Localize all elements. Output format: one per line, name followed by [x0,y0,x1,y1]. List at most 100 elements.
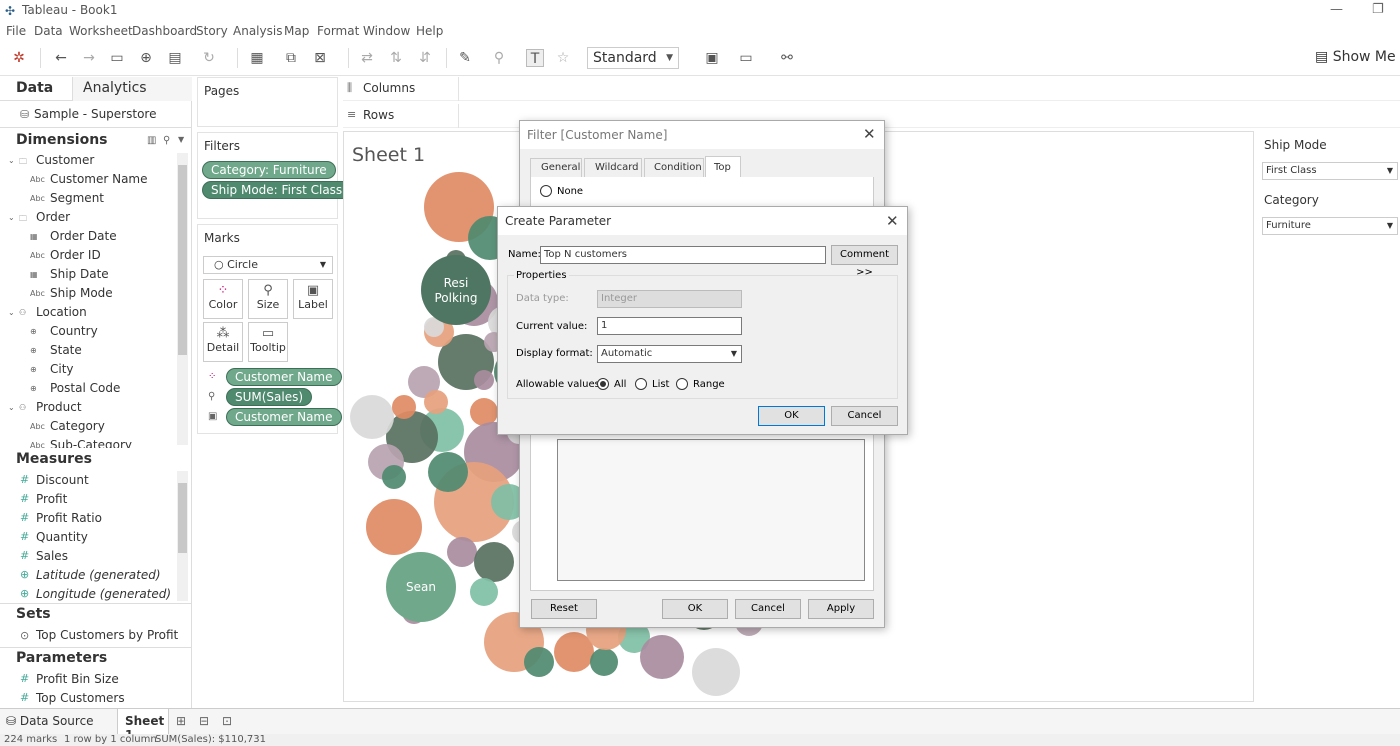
show-cards-icon[interactable]: ▣ [703,49,721,67]
color-button[interactable]: ⁘ Color [203,279,243,319]
parameter-cancel-button[interactable]: Cancel [831,406,898,426]
dimension-field[interactable]: Postal Code [50,381,120,395]
none-radio[interactable] [540,185,552,197]
dimension-field[interactable]: Category [50,419,105,433]
parameter-item[interactable]: Top Customers [36,691,125,705]
mark-type-select[interactable]: ○ Circle ▼ [203,256,333,274]
search-icon[interactable]: ⚲ [163,135,170,146]
range-radio[interactable] [676,378,688,390]
bubble-mark[interactable] [350,395,394,439]
dimension-field[interactable]: State [50,343,82,357]
bubble-mark[interactable] [692,648,740,696]
show-me-button[interactable]: ▤ Show Me [1315,49,1396,65]
tab-data[interactable]: Data [0,77,72,101]
bubble-mark[interactable] [590,648,618,676]
bubble-mark[interactable] [474,542,514,582]
dimensions-scrollbar[interactable] [177,153,188,445]
data-source-tab[interactable]: ⛁ Data Source [6,714,94,728]
redo-icon[interactable]: → [80,49,98,67]
dimension-field[interactable]: Product [36,400,82,414]
clear-sheet-icon[interactable]: ⊠ [311,49,329,67]
chevron-down-icon[interactable]: ⌄ [8,403,15,412]
filters-card[interactable]: Filters Category: Furniture Ship Mode: F… [197,132,352,219]
view-toggle-icon[interactable]: ▥ [147,135,156,146]
dimension-field[interactable]: Order [36,210,70,224]
measures-scrollbar[interactable] [177,471,188,601]
tableau-home-icon[interactable]: ✲ [10,49,28,67]
menu-worksheet[interactable]: Worksheet [69,24,133,38]
tooltip-button[interactable]: ▭ Tooltip [248,322,288,362]
bubble-mark[interactable] [474,370,494,390]
dimension-field[interactable]: Customer Name [50,172,148,186]
menu-help[interactable]: Help [416,24,443,38]
parameter-ok-button[interactable]: OK [758,406,825,426]
measure-field[interactable]: Discount [36,473,89,487]
mark-pill[interactable]: Customer Name [226,408,342,426]
measure-field[interactable]: Profit [36,492,67,506]
filter-ok-button[interactable]: OK [662,599,728,619]
all-radio[interactable] [597,378,609,390]
bubble-mark[interactable]: Resi Polking [421,255,491,325]
menu-chevron-icon[interactable]: ▼ [178,135,184,144]
new-dashboard-icon[interactable]: ⊟ [199,714,209,728]
measure-field[interactable]: Sales [36,549,68,563]
close-icon[interactable]: ✕ [863,125,876,143]
menu-dashboard[interactable]: Dashboard [132,24,197,38]
menu-map[interactable]: Map [284,24,309,38]
mark-pill[interactable]: Customer Name [226,368,342,386]
tab-general[interactable]: General [530,158,582,178]
dimension-field[interactable]: Location [36,305,87,319]
restore-icon[interactable]: ❐ [1372,2,1384,17]
dimension-field[interactable]: Ship Date [50,267,109,281]
filter-cancel-button[interactable]: Cancel [735,599,801,619]
bubble-mark[interactable]: Sean [386,552,456,622]
measure-field[interactable]: Quantity [36,530,88,544]
measure-field[interactable]: Latitude (generated) [36,568,161,582]
tab-top[interactable]: Top [705,156,741,178]
new-datasource-icon[interactable]: ⊕ [137,49,155,67]
filter-pill[interactable]: Category: Furniture [202,161,336,179]
dimension-field[interactable]: Customer [36,153,94,167]
bubble-mark[interactable] [424,390,448,414]
save-icon[interactable]: ▭ [108,49,126,67]
list-radio[interactable] [635,378,647,390]
tab-analytics[interactable]: Analytics [72,77,192,101]
datasource-name[interactable]: Sample - Superstore [34,107,156,121]
reset-button[interactable]: Reset [531,599,597,619]
menu-data[interactable]: Data [34,24,63,38]
show-labels-icon[interactable]: T [526,49,544,67]
sort-desc-icon[interactable]: ⇵ [416,49,434,67]
pause-updates-icon[interactable]: ▤ [166,49,184,67]
menu-file[interactable]: File [6,24,26,38]
dimension-field[interactable]: Order ID [50,248,101,262]
bubble-mark[interactable] [366,499,422,555]
presentation-icon[interactable]: ▭ [737,49,755,67]
mark-pill[interactable]: SUM(Sales) [226,388,313,406]
tab-condition[interactable]: Condition [644,158,704,178]
ship-mode-select[interactable]: First Class ▼ [1262,162,1398,180]
menu-format[interactable]: Format [317,24,359,38]
dimension-field[interactable]: Country [50,324,98,338]
dimension-field[interactable]: Sub-Category [50,438,132,448]
bubble-mark[interactable] [524,647,554,677]
columns-shelf[interactable]: ⫼ Columns [343,77,1400,101]
label-button[interactable]: ▣ Label [293,279,333,319]
parameter-item[interactable]: Profit Bin Size [36,672,119,686]
sheet1-tab[interactable]: Sheet 1 [117,709,169,742]
dimension-field[interactable]: Ship Mode [50,286,113,300]
menu-window[interactable]: Window [363,24,410,38]
undo-icon[interactable]: ← [52,49,70,67]
comment-button[interactable]: Comment >> [831,245,898,278]
close-icon[interactable]: ✕ [886,212,899,230]
sort-asc-icon[interactable]: ⇅ [387,49,405,67]
minimize-icon[interactable]: — [1330,2,1343,17]
new-worksheet-icon[interactable]: ⊞ [176,714,186,728]
fix-axes-icon[interactable]: ☆ [554,49,572,67]
set-item[interactable]: Top Customers by Profit [36,628,178,642]
new-story-icon[interactable]: ⊡ [222,714,232,728]
bubble-mark[interactable] [428,452,468,492]
measure-field[interactable]: Profit Ratio [36,511,102,525]
current-value-input[interactable]: 1 [597,317,742,335]
bubble-mark[interactable] [447,537,477,567]
bubble-mark[interactable] [382,465,406,489]
